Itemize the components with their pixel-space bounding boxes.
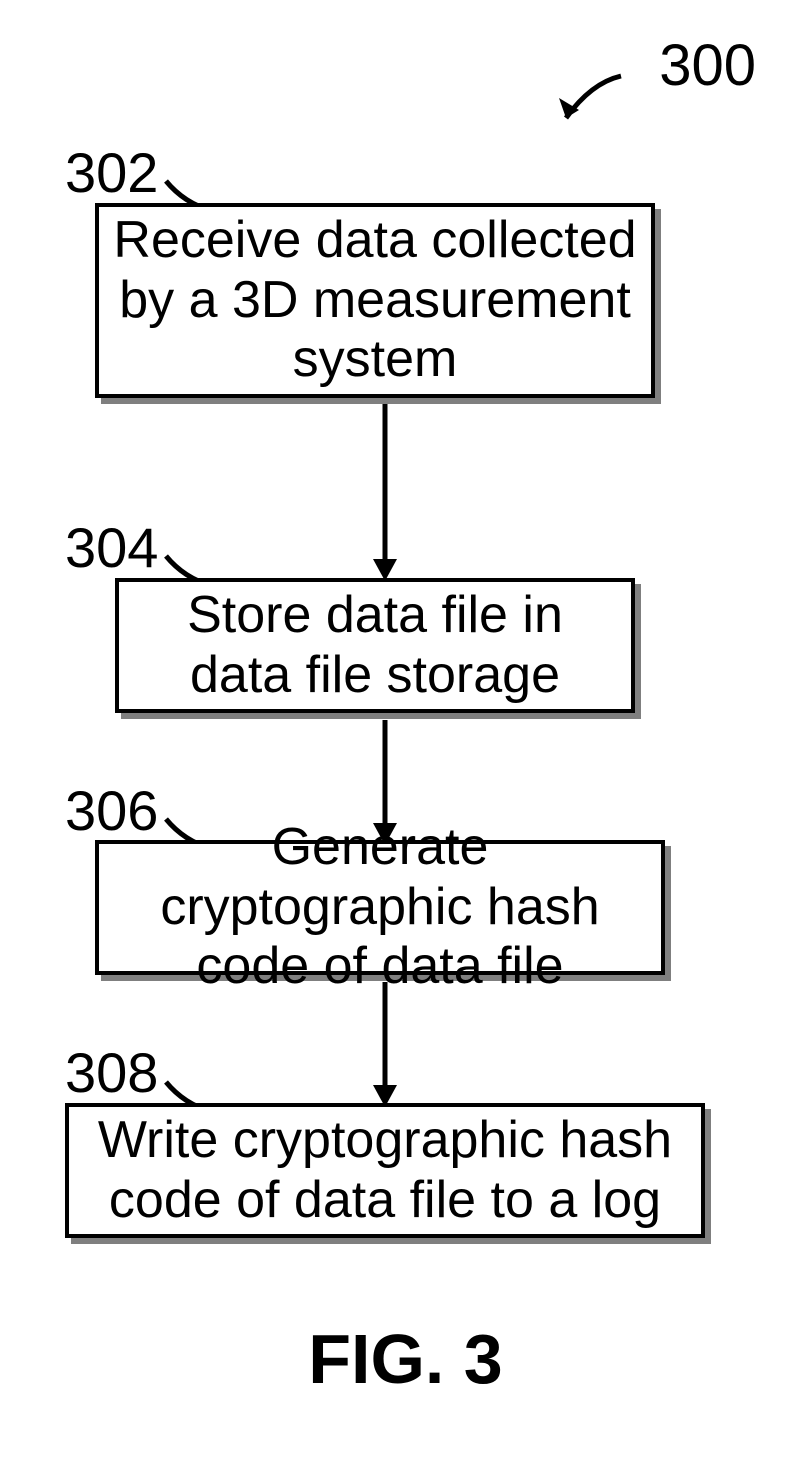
arrow-306-to-308 <box>370 982 400 1110</box>
step-box-306: Generate cryptographic hash code of data… <box>95 840 665 975</box>
figure-caption: FIG. 3 <box>0 1319 811 1399</box>
step-label-302: 302 <box>65 140 158 205</box>
main-reference-label: 300 <box>659 32 756 99</box>
step-box-304: Store data file in data file storage <box>115 578 635 713</box>
arrow-302-to-304 <box>370 404 400 584</box>
step-label-304: 304 <box>65 515 158 580</box>
step-box-302: Receive data collected by a 3D measureme… <box>95 203 655 398</box>
step-label-308: 308 <box>65 1040 158 1105</box>
main-reference-arrow <box>551 68 631 136</box>
step-box-308: Write cryptographic hash code of data fi… <box>65 1103 705 1238</box>
